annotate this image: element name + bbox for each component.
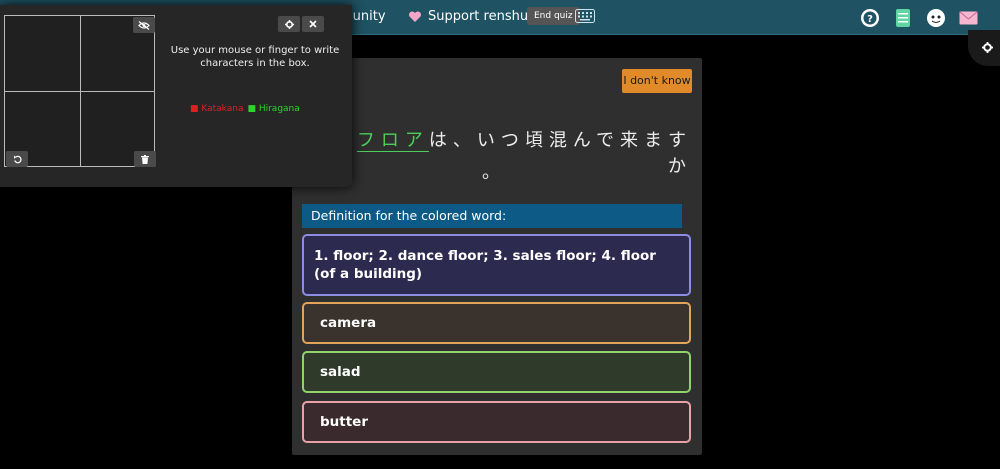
mail-icon[interactable]	[959, 11, 978, 25]
answer-option-3[interactable]: salad	[302, 351, 691, 393]
legend-hiragana: ■ Hiragana	[247, 104, 300, 114]
gear-icon	[284, 19, 294, 29]
handwriting-settings-button[interactable]	[278, 16, 300, 32]
nav-support-link[interactable]: Support renshuu	[408, 9, 536, 24]
trash-icon	[141, 154, 149, 164]
quiz-card: o I don't know スフロアは、いつ頃混んで来ますか 。 Defini…	[292, 58, 702, 455]
end-quiz-button[interactable]: End quiz	[527, 7, 580, 25]
keyboard-icon[interactable]	[575, 9, 595, 23]
sentence-end: 。	[482, 162, 500, 183]
definition-header: Definition for the colored word:	[302, 204, 682, 228]
side-settings-tab[interactable]	[968, 30, 1000, 66]
gear-icon	[982, 42, 993, 53]
hide-button[interactable]	[133, 17, 155, 33]
heart-icon	[408, 10, 422, 22]
grid-divider-horizontal	[5, 91, 154, 92]
answer-option-label: camera	[320, 315, 377, 331]
handwriting-panel: Use your mouse or finger to write charac…	[0, 5, 352, 187]
close-button[interactable]	[302, 16, 324, 32]
close-icon	[309, 20, 317, 28]
answer-option-label: 1. floor; 2. dance floor; 3. sales floor…	[314, 247, 656, 282]
svg-text:?: ?	[867, 14, 873, 25]
undo-button[interactable]	[6, 151, 28, 167]
eye-slash-icon	[138, 20, 150, 30]
answer-option-2[interactable]: camera	[302, 302, 691, 344]
undo-icon	[13, 154, 22, 163]
clear-button[interactable]	[134, 151, 156, 167]
answer-option-label: butter	[320, 414, 368, 430]
nav-support-label: Support renshuu	[428, 9, 537, 24]
dont-know-button[interactable]: I don't know	[622, 69, 692, 93]
script-legend: ■ Katakana ■ Hiragana	[190, 104, 300, 114]
answer-option-1[interactable]: 1. floor; 2. dance floor; 3. sales floor…	[302, 234, 691, 296]
handwriting-instructions: Use your mouse or finger to write charac…	[170, 45, 340, 69]
mascot-icon[interactable]	[926, 8, 946, 28]
handwriting-canvas[interactable]	[4, 15, 156, 167]
legend-katakana: ■ Katakana	[190, 104, 244, 114]
quiz-sentence: スフロアは、いつ頃混んで来ますか	[312, 126, 692, 178]
answer-option-4[interactable]: butter	[302, 401, 691, 443]
notebook-icon[interactable]	[895, 8, 911, 28]
sentence-suffix: は、いつ頃混んで来ますか	[428, 130, 692, 177]
colored-word[interactable]: フロア	[356, 130, 429, 152]
help-icon[interactable]: ?	[860, 8, 880, 28]
answer-option-label: salad	[320, 364, 361, 380]
